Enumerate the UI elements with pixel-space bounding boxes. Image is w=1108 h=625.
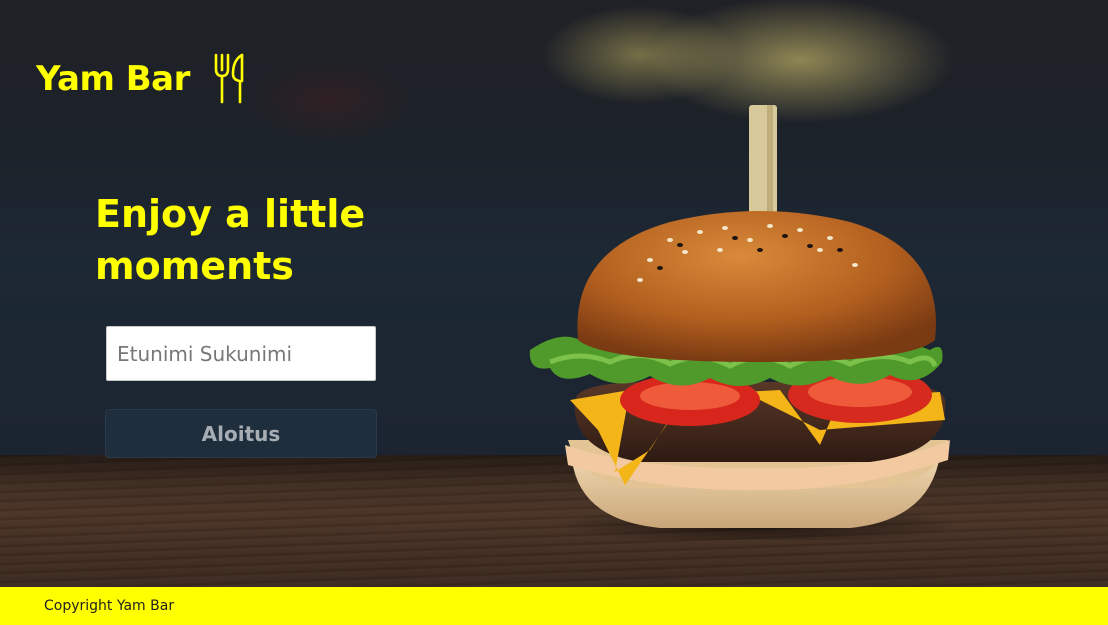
- brand-logo[interactable]: Yam Bar: [36, 52, 248, 106]
- page-headline: Enjoy a little moments: [95, 192, 366, 288]
- footer: Copyright Yam Bar: [0, 587, 1108, 625]
- fork-knife-icon: [214, 53, 244, 104]
- name-input[interactable]: [106, 326, 376, 381]
- copyright-text: Copyright Yam Bar: [44, 598, 175, 614]
- burger-image: [520, 100, 960, 540]
- start-button[interactable]: Aloitus: [105, 409, 377, 458]
- brand-name: Yam Bar: [36, 59, 190, 99]
